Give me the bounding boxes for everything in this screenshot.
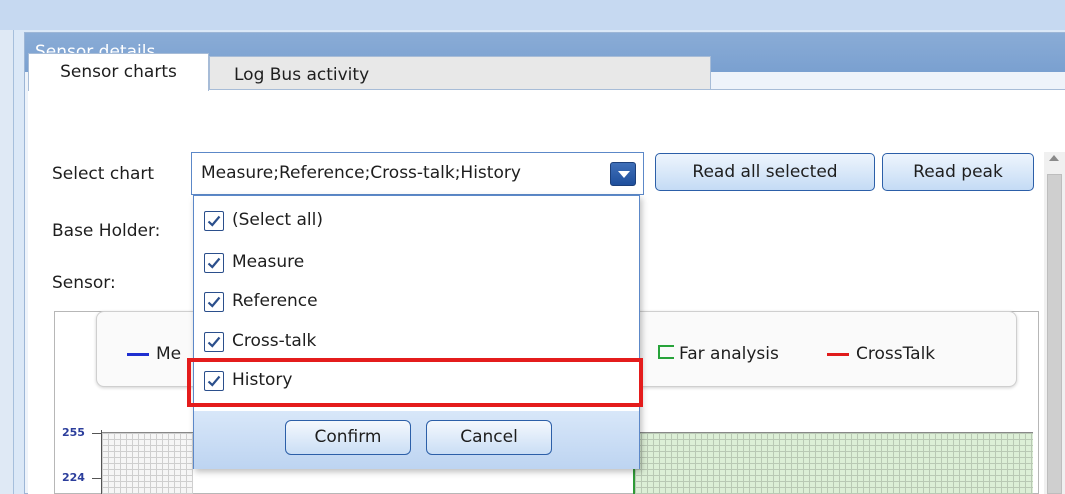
select-chart-dropdown: (Select all) Measure Reference Cross-tal… [193, 195, 640, 469]
legend-item-measure: Me [127, 344, 181, 364]
dropdown-footer [194, 411, 639, 469]
scroll-up-arrow-icon[interactable] [1049, 155, 1059, 161]
chevron-down-icon[interactable] [610, 162, 636, 186]
checkbox-checked-icon[interactable] [204, 371, 224, 391]
checkbox-checked-icon[interactable] [204, 292, 224, 312]
checkbox-checked-icon[interactable] [204, 253, 224, 273]
checkbox-checked-icon[interactable] [204, 211, 224, 231]
y-tick-label: 255 [62, 426, 85, 439]
y-tick-label: 224 [62, 471, 85, 484]
legend-line-icon [127, 352, 149, 356]
y-tick-mark [92, 433, 102, 434]
tab-log-bus-activity[interactable]: Log Bus activity [209, 56, 711, 89]
window-top-strip [0, 0, 1065, 30]
y-tick-mark [92, 478, 102, 479]
sensor-label: Sensor: [52, 273, 116, 293]
confirm-button[interactable]: Confirm [285, 420, 411, 455]
base-holder-label: Base Holder: [52, 221, 161, 241]
tab-sensor-charts[interactable]: Sensor charts [28, 53, 209, 91]
select-chart-value: Measure;Reference;Cross-talk;History [201, 163, 521, 183]
legend-item-crosstalk: CrossTalk [827, 344, 935, 364]
checkbox-checked-icon[interactable] [204, 332, 224, 352]
scroll-thumb[interactable] [1047, 174, 1062, 494]
legend-line-icon [827, 352, 849, 356]
select-chart-label: Select chart [52, 164, 155, 184]
cancel-button[interactable]: Cancel [426, 420, 552, 455]
step-line-icon [658, 345, 674, 359]
chart-far-analysis-region [633, 432, 1033, 494]
vertical-scrollbar[interactable] [1044, 152, 1065, 494]
select-chart-combobox[interactable]: Measure;Reference;Cross-talk;History [191, 152, 644, 195]
read-all-selected-button[interactable]: Read all selected [655, 153, 875, 191]
chart-plot-grid [102, 432, 193, 494]
legend-item-far-analysis: Far analysis [658, 344, 779, 364]
window-left-edge [0, 30, 14, 494]
read-peak-button[interactable]: Read peak [882, 153, 1034, 191]
